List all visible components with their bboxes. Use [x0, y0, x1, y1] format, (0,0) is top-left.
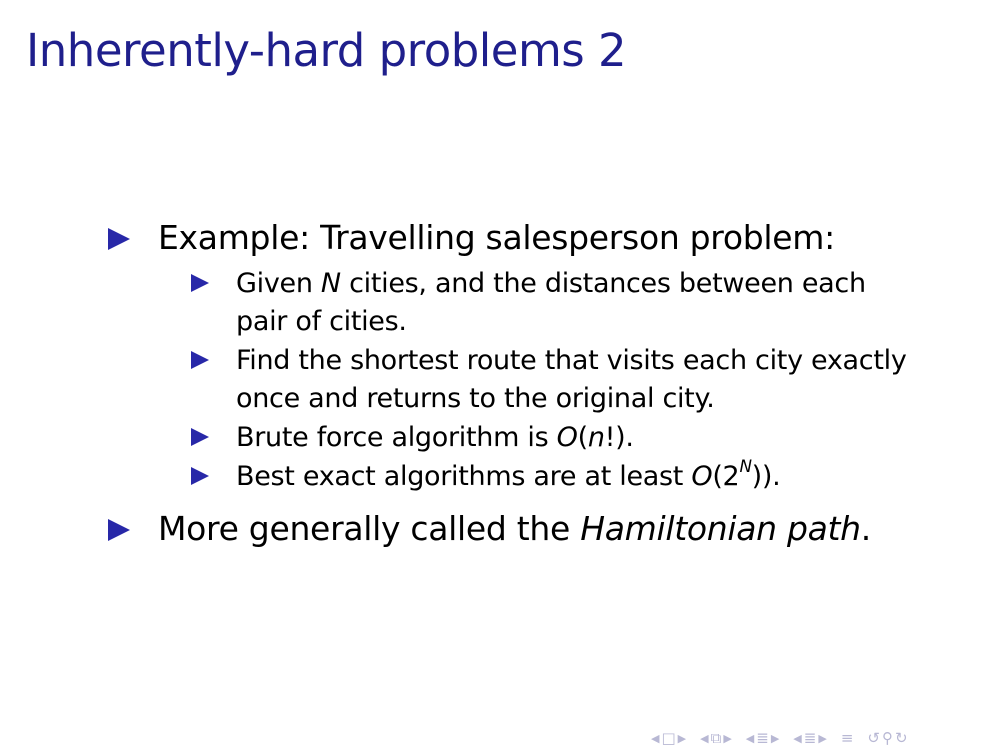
arrow-left-icon[interactable]: ◀ — [793, 732, 801, 745]
sub-item-brute-force: Brute force algorithm is O(n!). — [236, 422, 634, 453]
arrow-left-icon[interactable]: ◀ — [700, 732, 708, 745]
sub-item-best-exact: Best exact algorithms are at least O(2N)… — [236, 455, 781, 492]
bullet-item-hamiltonian: More generally called the Hamiltonian pa… — [158, 509, 871, 548]
nav-align-group[interactable]: ≡ — [840, 729, 855, 747]
bullet-list: Example: Travelling salesperson problem:… — [0, 0, 1008, 756]
navigation-bar: ◀ □ ▶ ◀ ⧉ ▶ ◀ ≣ ▶ ◀ ≣ ▶ ≡ ↺ ⚲ ↻ — [650, 726, 921, 750]
redo-icon[interactable]: ↻ — [895, 729, 908, 747]
undo-icon[interactable]: ↺ — [867, 729, 880, 747]
sub-bullet-triangle-icon — [191, 467, 209, 485]
arrow-right-icon[interactable]: ▶ — [678, 732, 686, 745]
nav-frame-group[interactable]: ◀ □ ▶ — [650, 729, 687, 747]
nav-search-group[interactable]: ↺ ⚲ ↻ — [866, 729, 908, 747]
nav-subsection-group[interactable]: ◀ ⧉ ▶ — [699, 729, 733, 747]
align-icon[interactable]: ≡ — [841, 729, 854, 747]
nav-presentation-group[interactable]: ◀ ≣ ▶ — [792, 729, 828, 747]
arrow-left-icon[interactable]: ◀ — [651, 732, 659, 745]
frame-icon[interactable]: □ — [661, 729, 675, 747]
sub-bullet-triangle-icon — [191, 274, 209, 292]
arrow-right-icon[interactable]: ▶ — [723, 732, 731, 745]
presentation-icon[interactable]: ≣ — [804, 729, 817, 747]
subsection-icon[interactable]: ⧉ — [711, 729, 722, 747]
sub-bullet-triangle-icon — [191, 351, 209, 369]
bullet-triangle-icon — [108, 228, 130, 250]
sub-item-given-line1: Given N cities, and the distances betwee… — [236, 268, 866, 299]
section-icon[interactable]: ≣ — [756, 729, 769, 747]
arrow-right-icon[interactable]: ▶ — [818, 732, 826, 745]
sub-bullet-triangle-icon — [191, 428, 209, 446]
search-icon[interactable]: ⚲ — [882, 729, 893, 747]
bullet-triangle-icon — [108, 519, 130, 541]
sub-item-find-line2: once and returns to the original city. — [236, 383, 715, 414]
arrow-right-icon[interactable]: ▶ — [771, 732, 779, 745]
sub-item-given-line2: pair of cities. — [236, 306, 407, 337]
nav-section-group[interactable]: ◀ ≣ ▶ — [745, 729, 781, 747]
sub-item-find-line1: Find the shortest route that visits each… — [236, 345, 907, 376]
bullet-item-example: Example: Travelling salesperson problem: — [158, 218, 835, 257]
arrow-left-icon[interactable]: ◀ — [746, 732, 754, 745]
